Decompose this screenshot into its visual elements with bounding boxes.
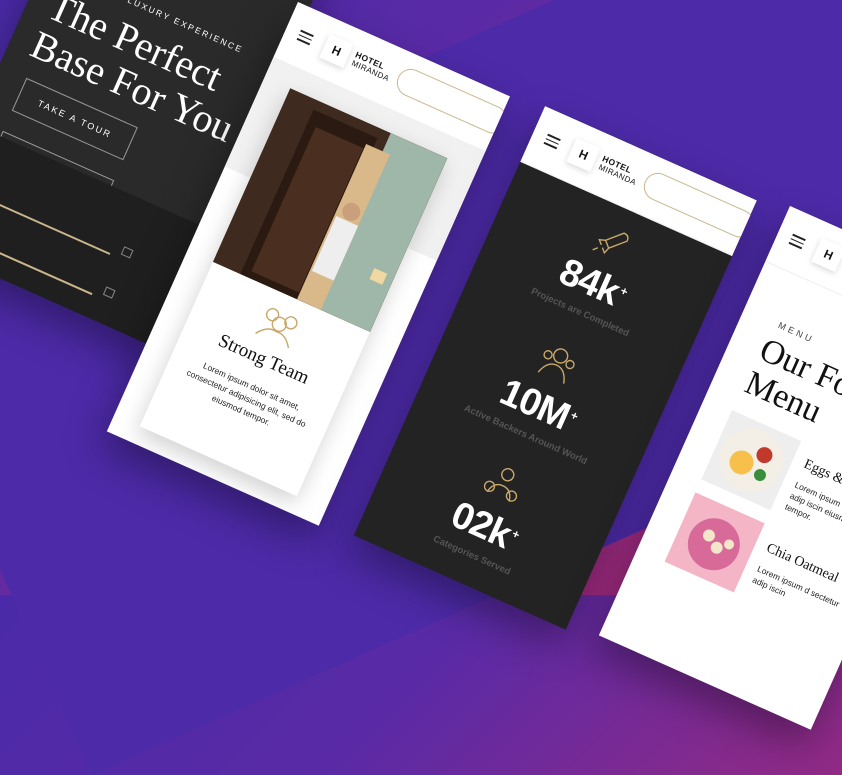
hamburger-icon[interactable]: [296, 29, 314, 45]
logo-mark[interactable]: H: [811, 237, 842, 273]
money-user-icon: [483, 468, 518, 502]
calendar-icon[interactable]: [120, 246, 134, 259]
hamburger-icon[interactable]: [788, 233, 806, 249]
logo-mark[interactable]: H: [566, 137, 601, 173]
logo-text: HOTEL MIRANDA: [350, 49, 394, 83]
hamburger-icon[interactable]: [543, 133, 561, 149]
calendar-icon[interactable]: [102, 286, 116, 299]
team-icon: [537, 348, 575, 384]
dish-desc: Lorem ipsum d sectetur adip iscin eiusmo…: [783, 479, 842, 529]
logo-text: HOTEL MIRANDA: [597, 153, 641, 187]
dish-image[interactable]: [701, 410, 802, 511]
date-field-line[interactable]: [0, 192, 111, 255]
logo-mark[interactable]: H: [319, 33, 354, 69]
dish-image[interactable]: [664, 492, 765, 593]
